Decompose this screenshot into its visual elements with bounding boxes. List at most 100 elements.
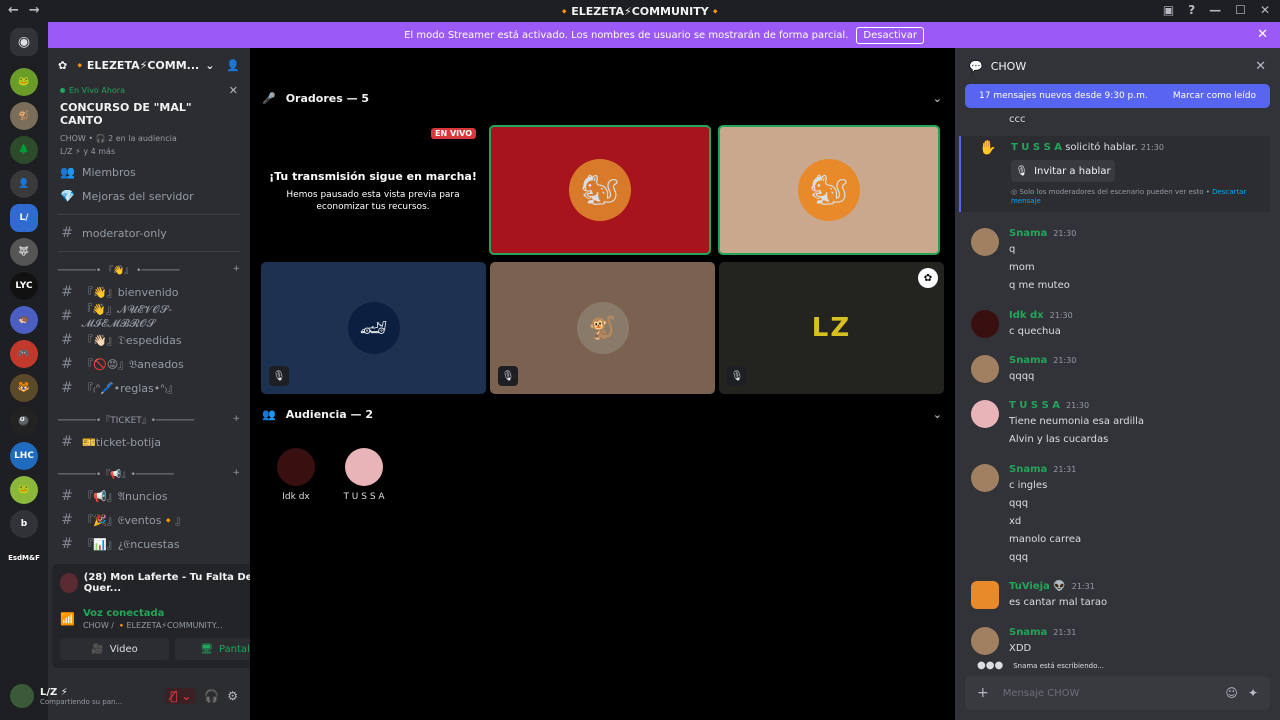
channel-item[interactable]: # 『🚫😡』𝔅aneados bbox=[48, 352, 250, 376]
channel-item[interactable]: # 『👋』𝓝𝓤𝓔𝓥𝓞𝓢-𝓜𝓘𝓔𝓜𝓑𝓡𝓞𝓢 bbox=[48, 303, 250, 330]
forward-arrow-icon[interactable]: → bbox=[29, 3, 40, 18]
mark-read-button[interactable]: Marcar como leído bbox=[1173, 91, 1256, 101]
message-line: c quechua bbox=[1009, 326, 1061, 337]
add-member-icon[interactable]: 👤 bbox=[226, 59, 240, 72]
back-arrow-icon[interactable]: ← bbox=[8, 3, 19, 18]
avatar[interactable] bbox=[971, 627, 999, 655]
voice-channel[interactable]: CHOW / 🔸ELEZETA⚡COMMUNITY... bbox=[83, 621, 223, 630]
chevron-down-icon[interactable]: ⌄ bbox=[933, 92, 942, 105]
signal-icon[interactable]: 📶 bbox=[60, 612, 75, 626]
boost-link[interactable]: 💎 Mejoras del servidor bbox=[48, 184, 250, 208]
avatar[interactable] bbox=[971, 310, 999, 338]
plus-icon[interactable]: + bbox=[232, 264, 240, 274]
category-ticket[interactable]: ───────•『TICKET』•─────── + bbox=[48, 408, 250, 430]
close-window-button[interactable]: ✕ bbox=[1260, 3, 1270, 17]
mute-mic-icon[interactable]: 🎙̸ ⌄ bbox=[165, 688, 197, 704]
server-icon[interactable]: 🐸 bbox=[10, 68, 38, 96]
typing-dots-icon: ●●● bbox=[977, 660, 1004, 671]
invite-to-speak-button[interactable]: 🎙 Invitar a hablar bbox=[1011, 160, 1115, 182]
speaker-tile[interactable]: LZ 🎙 ✿ bbox=[719, 262, 944, 394]
boost-icon: 💎 bbox=[60, 189, 75, 203]
server-icon[interactable]: 🎮 bbox=[10, 340, 38, 368]
server-icon[interactable]: 🐸 bbox=[10, 476, 38, 504]
members-link[interactable]: 👥 Miembros bbox=[48, 160, 250, 184]
gear-icon[interactable]: ⚙ bbox=[227, 689, 238, 703]
message-input[interactable]: Mensaje CHOW bbox=[1003, 688, 1080, 699]
message-line: ccc bbox=[1009, 114, 1026, 125]
muted-mic-icon: 🎙 bbox=[269, 366, 289, 386]
speakers-section[interactable]: 🎤 Oradores — 5 ⌄ bbox=[262, 92, 942, 105]
voice-status[interactable]: Voz conectada bbox=[83, 608, 223, 619]
live-meta-2: L/Z ⚡ y 4 más bbox=[60, 147, 116, 156]
close-icon[interactable]: ✕ bbox=[1255, 59, 1266, 74]
channel-moderator-only[interactable]: # moderator-only bbox=[48, 221, 250, 245]
message-line: manolo carrea bbox=[1009, 534, 1082, 545]
plus-icon[interactable]: + bbox=[977, 685, 989, 701]
message-line: q bbox=[1009, 244, 1016, 255]
server-icon[interactable]: LYC bbox=[10, 272, 38, 300]
server-icon[interactable]: EsdM&F bbox=[8, 544, 40, 572]
channel-item[interactable]: # 『👋🏻』𝔇espedidas bbox=[48, 328, 250, 352]
server-icon[interactable]: 👤 bbox=[10, 170, 38, 198]
speaker-tile[interactable]: 🐒 🎙 bbox=[490, 262, 715, 394]
disable-streamer-button[interactable]: Desactivar bbox=[856, 26, 924, 44]
avatar[interactable] bbox=[971, 228, 999, 256]
screen-icon: 🖥 bbox=[200, 643, 213, 655]
close-icon[interactable]: ✕ bbox=[229, 84, 238, 97]
apps-icon[interactable]: ✦ bbox=[1248, 686, 1258, 700]
speaker-avatar: 🐿 bbox=[569, 159, 631, 221]
audience-member[interactable]: T U S S A bbox=[334, 448, 394, 502]
server-icon[interactable]: LHC bbox=[10, 442, 38, 470]
server-icon[interactable]: 🦔 bbox=[10, 306, 38, 334]
help-icon[interactable]: ? bbox=[1188, 3, 1195, 17]
category-welcome[interactable]: ───────• 『👋』 •─────── + bbox=[48, 258, 250, 280]
close-icon[interactable]: ✕ bbox=[1257, 27, 1268, 42]
server-icon[interactable]: b bbox=[10, 510, 38, 538]
server-icon-active[interactable]: L/ bbox=[10, 204, 38, 232]
avatar[interactable] bbox=[971, 400, 999, 428]
speaker-tile[interactable]: 🐿 bbox=[489, 125, 711, 255]
avatar[interactable] bbox=[971, 581, 999, 609]
channel-item[interactable]: # 『₍ᐢ🖊️•reglas•ᐢ₎』 bbox=[48, 376, 250, 400]
avatar bbox=[277, 448, 315, 486]
server-icon[interactable]: 🌲 bbox=[10, 136, 38, 164]
live-stage-card[interactable]: En Vivo Ahora CONCURSO DE "MAL" CANTO CH… bbox=[56, 82, 242, 160]
request-user[interactable]: T U S S A bbox=[1011, 142, 1062, 153]
live-title: CONCURSO DE "MAL" CANTO bbox=[60, 101, 192, 127]
avatar[interactable] bbox=[971, 464, 999, 492]
inbox-icon[interactable]: ▣ bbox=[1163, 3, 1174, 17]
channel-item[interactable]: # 🎫ticket-botija bbox=[48, 430, 250, 454]
server-icon[interactable]: 🐒 bbox=[10, 102, 38, 130]
server-icon[interactable]: 🐯 bbox=[10, 374, 38, 402]
discord-home-icon[interactable]: ◉ bbox=[10, 28, 38, 56]
category-announcements[interactable]: ───────•『📢』•─────── + bbox=[48, 462, 250, 484]
server-icon[interactable]: 🎱 bbox=[10, 408, 38, 436]
channel-item[interactable]: # 『📊』¿𝔈ncuestas bbox=[48, 532, 250, 556]
avatar[interactable] bbox=[10, 684, 34, 708]
avatar[interactable] bbox=[971, 355, 999, 383]
server-icon[interactable]: 🐺 bbox=[10, 238, 38, 266]
microphone-icon: 🎤 bbox=[262, 92, 276, 105]
maximize-button[interactable]: ☐ bbox=[1235, 3, 1246, 17]
streamer-mode-banner: El modo Streamer está activado. Los nomb… bbox=[48, 22, 1280, 48]
plus-icon[interactable]: + bbox=[232, 468, 240, 478]
speaker-tile[interactable]: 🏎 🎙 bbox=[261, 262, 486, 394]
video-button[interactable]: 🎥 Video bbox=[60, 638, 169, 660]
window-titlebar: ← → 🔸ELEZETA⚡COMMUNITY🔸 ▣ ? — ☐ ✕ bbox=[0, 0, 1280, 22]
emoji-icon[interactable]: ☺ bbox=[1225, 686, 1238, 700]
speaker-avatar: LZ bbox=[811, 313, 852, 343]
audience-member[interactable]: Idk dx bbox=[266, 448, 326, 502]
activity-avatar bbox=[60, 573, 78, 593]
channel-item[interactable]: # 『📢』𝔄nuncios bbox=[48, 484, 250, 508]
speaker-tile[interactable]: 🐿 bbox=[718, 125, 940, 255]
minimize-button[interactable]: — bbox=[1209, 3, 1221, 17]
channel-item[interactable]: # 『🎉』𝔈ventos🔸』 bbox=[48, 508, 250, 532]
audience-section[interactable]: 👥 Audiencia — 2 ⌄ bbox=[262, 408, 942, 421]
headphones-icon[interactable]: 🎧 bbox=[204, 689, 219, 703]
live-badge: EN VIVO bbox=[431, 128, 476, 139]
plus-icon[interactable]: + bbox=[232, 414, 240, 424]
new-messages-bar[interactable]: 17 mensajes nuevos desde 9:30 p.m. Marca… bbox=[965, 84, 1270, 108]
server-header[interactable]: ✿ 🔸ELEZETA⚡COMM... ⌄ 👤 bbox=[48, 48, 250, 82]
chevron-down-icon[interactable]: ⌄ bbox=[933, 408, 942, 421]
user-status: Compartiendo su pan... bbox=[40, 697, 123, 706]
